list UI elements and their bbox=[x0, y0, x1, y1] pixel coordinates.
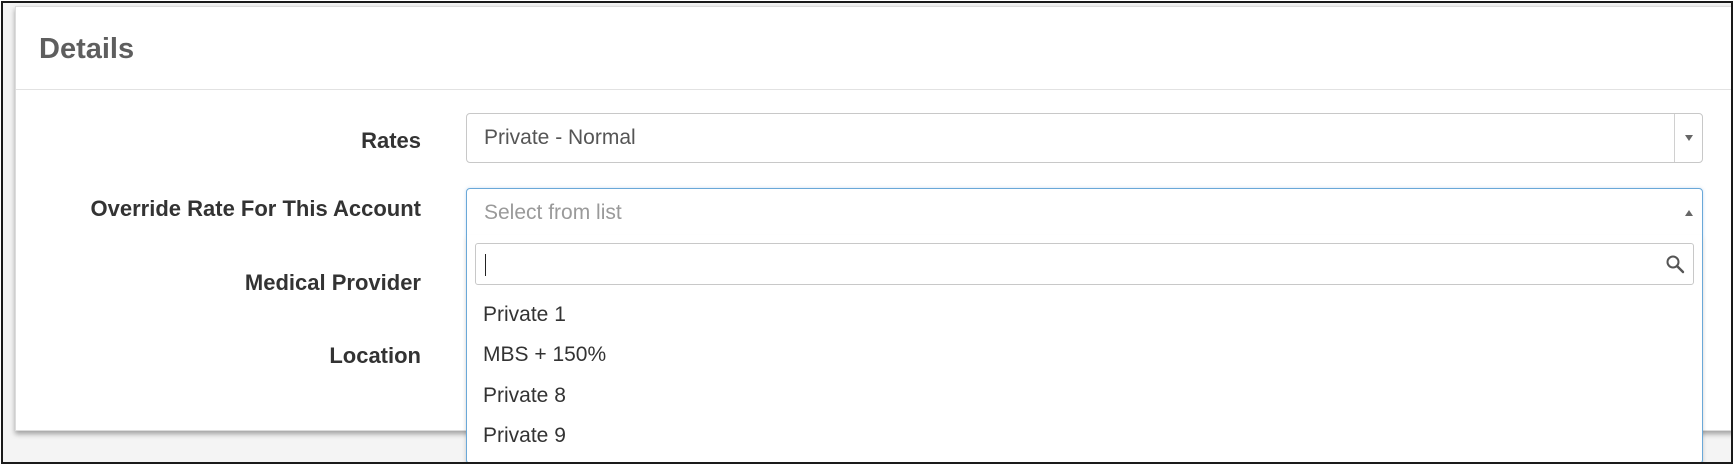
panel-title: Details bbox=[39, 33, 135, 65]
location-label: Location bbox=[329, 343, 421, 368]
dropdown-option[interactable]: Private 9 bbox=[483, 424, 566, 448]
chevron-up-icon[interactable] bbox=[1685, 210, 1693, 216]
screenshot-frame: Details Rates Private - Normal Override … bbox=[1, 1, 1733, 464]
rates-select[interactable]: Private - Normal bbox=[466, 113, 1703, 163]
dropdown-option[interactable]: MBS + 150% bbox=[483, 343, 606, 367]
override-rate-placeholder: Select from list bbox=[484, 201, 622, 224]
dropdown-option[interactable]: Private 8 bbox=[483, 384, 566, 408]
rates-select-arrow[interactable] bbox=[1674, 114, 1702, 162]
override-rate-label: Override Rate For This Account bbox=[90, 196, 421, 221]
dropdown-option[interactable]: Private 1 bbox=[483, 303, 566, 327]
search-icon bbox=[1666, 255, 1685, 274]
rates-selected-value: Private - Normal bbox=[484, 126, 636, 149]
override-rate-select[interactable]: Select from list bbox=[466, 188, 1703, 238]
medical-provider-label: Medical Provider bbox=[244, 270, 421, 295]
override-rate-dropdown: Private 1 MBS + 150% Private 8 Private 9 bbox=[466, 235, 1703, 462]
panel-header: Details bbox=[16, 7, 1731, 90]
rates-label: Rates bbox=[361, 128, 421, 153]
chevron-down-icon bbox=[1685, 135, 1693, 141]
dropdown-search-box[interactable] bbox=[475, 243, 1694, 285]
details-panel: Details Rates Private - Normal Override … bbox=[15, 6, 1731, 462]
text-caret bbox=[485, 254, 486, 276]
